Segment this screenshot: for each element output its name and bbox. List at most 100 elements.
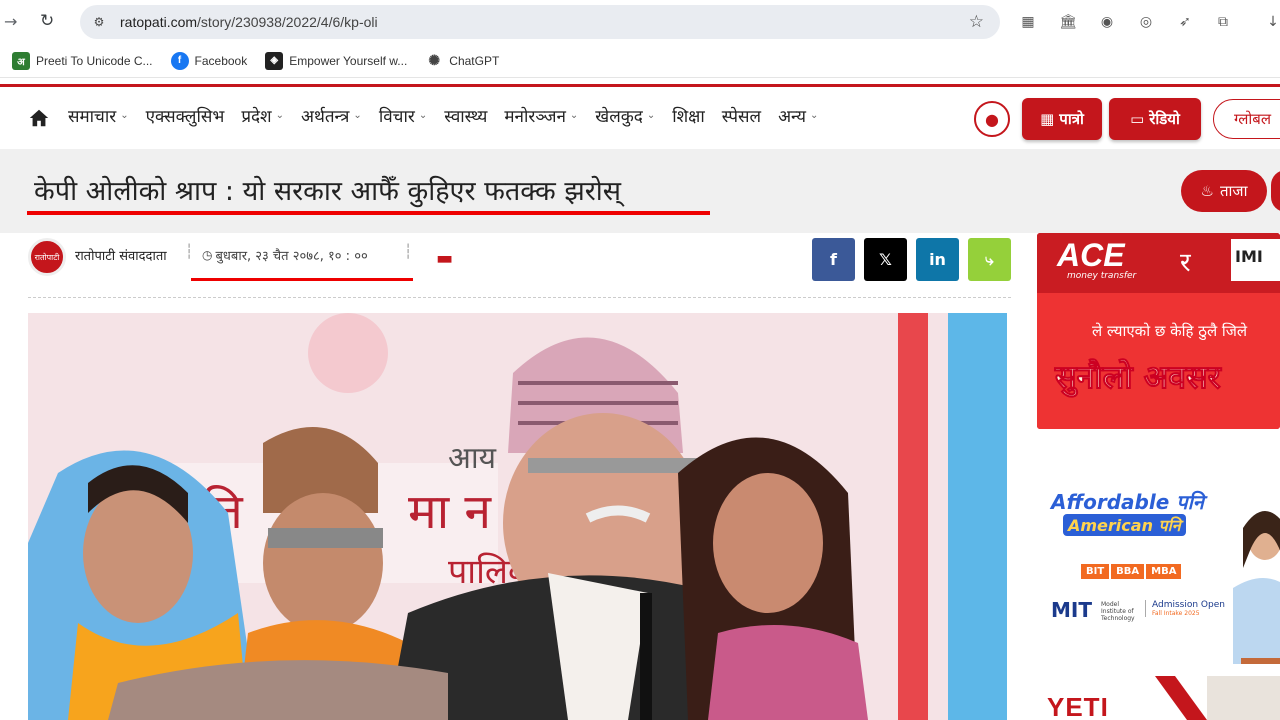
photo-illustration: ति मा न आय पालिक: [28, 313, 1007, 720]
menu-label: खेलकुद: [595, 107, 643, 127]
linkedin-icon: in: [929, 250, 946, 269]
patro-button[interactable]: ▦ पात्रो: [1022, 98, 1102, 140]
radio-button[interactable]: ▭ रेडियो: [1109, 98, 1201, 140]
bookmark-chatgpt[interactable]: ✺ ChatGPT: [425, 51, 500, 70]
bank-extension-icon[interactable]: 🏛: [1057, 11, 1079, 33]
ad-affordable-text: Affordable पनि: [1051, 490, 1204, 514]
author-name[interactable]: रातोपाटी संवाददाता: [75, 246, 167, 264]
ace-logo: ACE: [1057, 237, 1125, 273]
meta-divider: ┆: [404, 244, 413, 260]
browser-toolbar: → ↻ ⚙ ratopati.com/story/230938/2022/4/6…: [0, 0, 1280, 44]
ad-top-strip: ACE money transfer र IMI: [1037, 233, 1280, 291]
menu-item-exclusive[interactable]: एक्सक्लुसिभ: [146, 104, 225, 127]
yeti-ad[interactable]: YETI: [1047, 676, 1280, 720]
article-headline: केपी ओलीको श्राप : यो सरकार आफैँ कुहिएर …: [34, 176, 622, 207]
download-icon[interactable]: ↓: [1262, 11, 1280, 33]
svg-text:आय: आय: [448, 441, 497, 476]
share-more-button[interactable]: ⤷: [968, 238, 1011, 281]
article-main-image: ति मा न आय पालिक: [28, 313, 1007, 720]
menu-item-swasthya[interactable]: स्वास्थ्य: [444, 104, 487, 127]
x-icon: 𝕏: [879, 250, 892, 269]
url-host: ratopati.com: [120, 14, 198, 30]
ace-logo-sub: money transfer: [1067, 271, 1137, 281]
menu-item-arthatantra[interactable]: अर्थतन्त्र ⌄: [301, 104, 362, 127]
bookmark-star-icon[interactable]: ☆: [969, 12, 984, 32]
next-header-button[interactable]: [1271, 170, 1280, 212]
chevron-down-icon: ⌄: [353, 110, 362, 121]
mit-admission-ad[interactable]: Affordable पनि American पनि BIT BBA MBA …: [1041, 468, 1280, 664]
bookmark-label: ChatGPT: [449, 53, 500, 68]
clock-icon: ◷: [202, 248, 213, 262]
menu-label: विचार: [378, 107, 415, 127]
home-icon[interactable]: [28, 107, 50, 129]
rocket-extension-icon[interactable]: ➶: [1174, 11, 1196, 33]
author-avatar-text: रातोपाटी: [34, 252, 60, 262]
radio-label: रेडियो: [1149, 110, 1180, 128]
menu-item-samachar[interactable]: समाचार ⌄: [68, 104, 129, 127]
share-facebook-button[interactable]: f: [812, 238, 855, 281]
ad-model-illustration: [1233, 511, 1280, 664]
program-tag: BIT: [1081, 564, 1110, 579]
share-icon: ⤷: [985, 249, 994, 269]
ad-body: ले ल्याएको छ केहि ठुलै जिले सुनौलो अवसर: [1037, 293, 1280, 429]
article-meta: रातोपाटी रातोपाटी संवाददाता ┆ ◷ बुधबार, २…: [28, 236, 1011, 298]
chevron-down-icon: ⌄: [809, 110, 819, 121]
article-date: ◷ बुधबार, २३ चैत २०७८, १० : ००: [202, 246, 368, 264]
global-button[interactable]: ग्लोबल: [1213, 99, 1280, 139]
globe-extension-icon[interactable]: ◉: [1096, 11, 1118, 33]
headline-section: केपी ओलीको श्राप : यो सरकार आफैँ कुहिएर …: [0, 149, 1280, 233]
address-bar[interactable]: ⚙ ratopati.com/story/230938/2022/4/6/kp-…: [80, 5, 1000, 39]
share-linkedin-button[interactable]: in: [916, 238, 959, 281]
site-info-icon[interactable]: ⚙: [88, 11, 110, 33]
mit-logo-sub: Model Institute of Technology: [1101, 601, 1135, 622]
admission-label: Admission Open: [1152, 600, 1225, 610]
chevron-down-icon: ⌄: [646, 110, 656, 121]
menu-label: मनोरञ्जन: [504, 107, 566, 127]
user-account-button[interactable]: ●: [974, 101, 1010, 137]
menu-item-anya[interactable]: अन्य ⌄: [778, 104, 818, 127]
menu-label: अर्थतन्त्र: [300, 107, 350, 127]
reload-icon[interactable]: ↻: [40, 11, 54, 31]
date-red-underline: [191, 278, 413, 281]
share-x-button[interactable]: 𝕏: [864, 238, 907, 281]
headline-red-underline: [27, 211, 710, 215]
comment-icon[interactable]: ▬: [436, 248, 453, 269]
ad-ra-text: र: [1180, 248, 1191, 278]
menu-item-pradesh[interactable]: प्रदेश ⌄: [241, 104, 284, 127]
menu-item-special[interactable]: स्पेसल: [722, 104, 761, 127]
color-extension-icon[interactable]: ◎: [1135, 11, 1157, 33]
facebook-icon: f: [170, 51, 189, 70]
user-icon: ●: [985, 109, 999, 129]
menu-label: स्वास्थ्य: [444, 107, 488, 127]
taja-button[interactable]: ♨ ताजा: [1181, 170, 1267, 212]
bookmark-empower[interactable]: ◈ Empower Yourself w...: [265, 51, 407, 70]
ace-money-transfer-ad[interactable]: ACE money transfer र IMI ले ल्याएको छ के…: [1037, 233, 1280, 429]
bookmark-label: Facebook: [194, 53, 248, 68]
bookmark-label: Preeti To Unicode C...: [36, 53, 153, 68]
program-tag: BBA: [1111, 564, 1145, 579]
yeti-ad-graphic: [1155, 676, 1280, 720]
menu-item-manoranjan[interactable]: मनोरञ्जन ⌄: [504, 104, 578, 127]
calendar-icon: ▦: [1040, 110, 1055, 128]
bookmark-preeti[interactable]: अ Preeti To Unicode C...: [12, 51, 153, 70]
menu-item-bichar[interactable]: विचार ⌄: [379, 104, 427, 127]
menu-label: एक्सक्लुसिभ: [145, 107, 225, 127]
intake-label: Fall Intake 2025: [1152, 610, 1200, 617]
svg-text:मा न: मा न: [408, 484, 492, 540]
global-label: ग्लोबल: [1234, 110, 1272, 128]
menu-item-shiksha[interactable]: शिक्षा: [672, 104, 705, 127]
invid-extension-icon[interactable]: ▦: [1017, 11, 1039, 33]
menu-label: अन्य: [778, 107, 806, 127]
extensions-puzzle-icon[interactable]: ⧉: [1212, 11, 1234, 33]
ad-tagline: ले ल्याएको छ केहि ठुलै जिले: [1092, 322, 1248, 340]
empower-icon: ◈: [265, 51, 284, 70]
forward-icon[interactable]: →: [4, 12, 17, 31]
date-text: बुधबार, २३ चैत २०७८, १० : ००: [215, 249, 368, 264]
admission-open-text: Admission Open Fall Intake 2025: [1145, 600, 1225, 617]
radio-icon: ▭: [1130, 110, 1145, 128]
bookmark-facebook[interactable]: f Facebook: [170, 51, 248, 70]
main-menu: समाचार ⌄ एक्सक्लुसिभ प्रदेश ⌄ अर्थतन्त्र ⌄ …: [68, 104, 835, 127]
menu-item-khelkud[interactable]: खेलकुद ⌄: [595, 104, 655, 127]
patro-label: पात्रो: [1059, 110, 1084, 128]
meta-divider: ┆: [185, 244, 194, 260]
